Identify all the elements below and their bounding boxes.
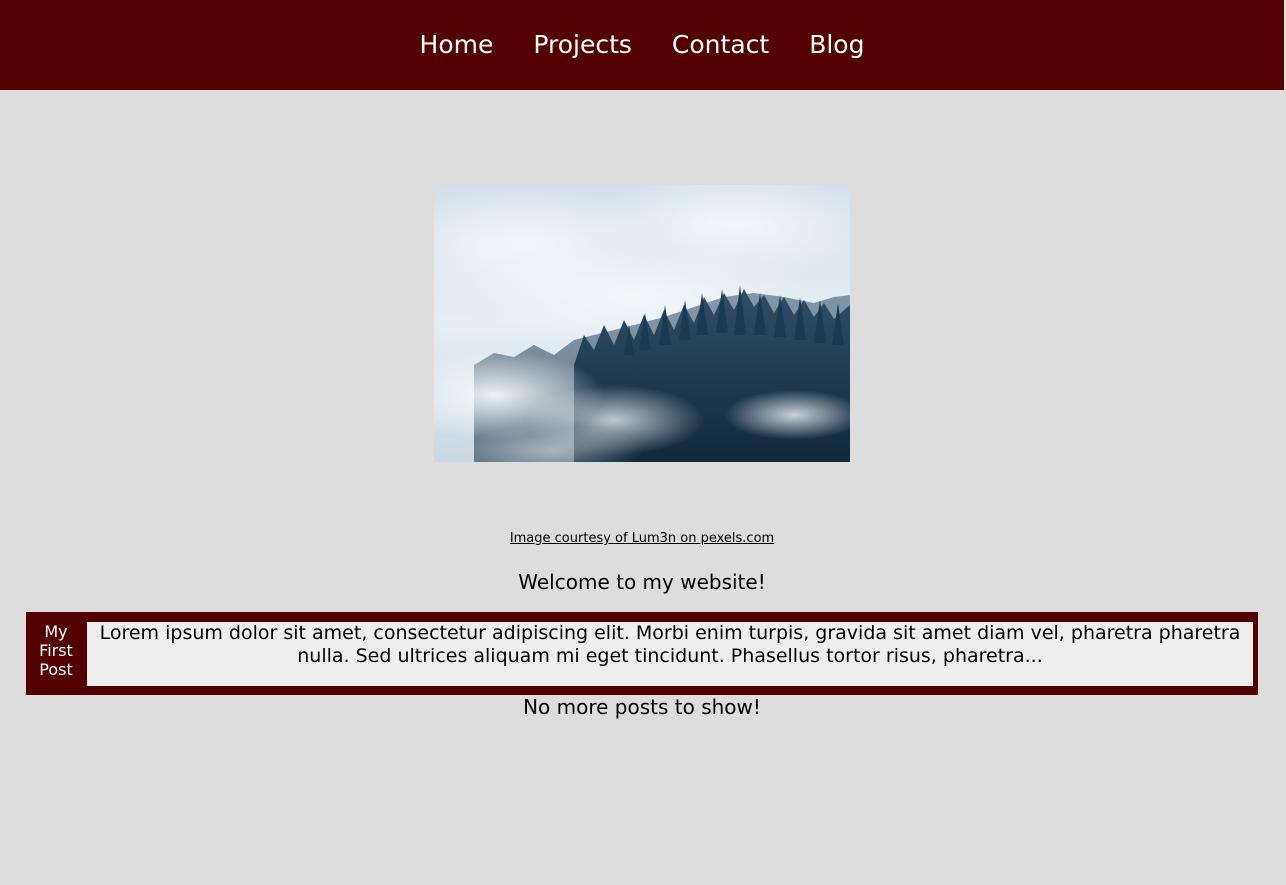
nav-projects-link[interactable]: Projects bbox=[533, 32, 632, 57]
image-credit: Image courtesy of Lum3n on pexels.com bbox=[0, 531, 1284, 546]
post-title[interactable]: My First Post bbox=[26, 622, 86, 679]
top-navbar: Home Projects Contact Blog bbox=[0, 0, 1284, 90]
post-excerpt: Lorem ipsum dolor sit amet, consectetur … bbox=[87, 622, 1253, 686]
nav-blog-link[interactable]: Blog bbox=[809, 32, 864, 57]
hero-image-foggy-forest bbox=[434, 185, 850, 462]
no-more-posts-message: No more posts to show! bbox=[523, 695, 761, 719]
nav-home-link[interactable]: Home bbox=[420, 32, 494, 57]
post-card[interactable]: My First Post Lorem ipsum dolor sit amet… bbox=[26, 612, 1258, 695]
welcome-heading: Welcome to my website! bbox=[518, 570, 766, 594]
nav-contact-link[interactable]: Contact bbox=[672, 32, 769, 57]
image-credit-link[interactable]: Image courtesy of Lum3n on pexels.com bbox=[510, 531, 774, 546]
